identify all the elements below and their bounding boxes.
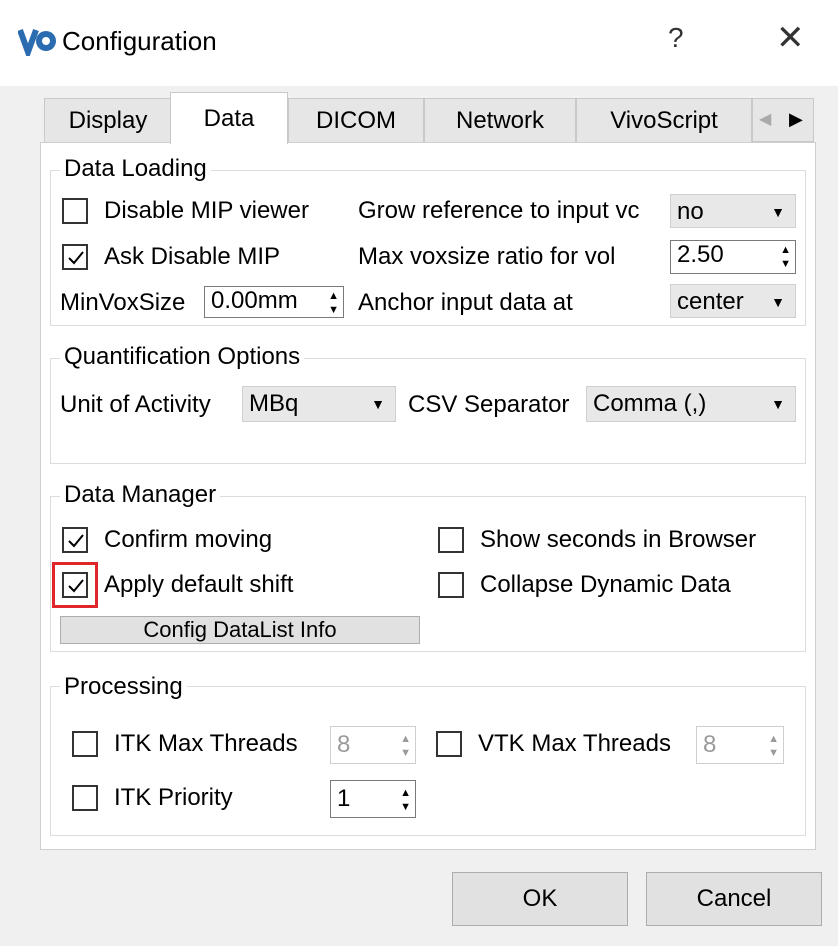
ask-disable-mip-label: Ask Disable MIP — [104, 243, 281, 270]
tab-display[interactable]: Display — [44, 98, 172, 142]
spin-arrows-icon[interactable]: ▲ ▼ — [780, 243, 791, 271]
grow-reference-select[interactable]: no ▼ — [670, 194, 796, 228]
tab-data[interactable]: Data — [170, 92, 288, 144]
confirm-moving-label: Confirm moving — [104, 526, 273, 553]
vtk-max-threads-label: VTK Max Threads — [478, 730, 671, 757]
chevron-down-icon: ▼ — [771, 294, 785, 310]
itk-priority-checkbox[interactable] — [72, 785, 98, 811]
close-button[interactable]: ✕ — [776, 18, 805, 58]
cancel-button[interactable]: Cancel — [646, 872, 822, 926]
disable-mip-label: Disable MIP viewer — [104, 197, 309, 224]
itk-priority-spinbox[interactable]: 1 ▲ ▼ — [330, 780, 416, 818]
itk-priority-label: ITK Priority — [114, 784, 233, 811]
anchor-input-value: center — [677, 288, 744, 315]
tab-vivoscript[interactable]: VivoScript — [576, 98, 752, 142]
apply-default-shift-label: Apply default shift — [104, 571, 294, 598]
spin-arrows-icon[interactable]: ▲ ▼ — [328, 289, 339, 317]
max-voxsize-spinbox[interactable]: 2.50 ▲ ▼ — [670, 240, 796, 274]
itk-max-threads-value: 8 — [337, 731, 351, 758]
tab-dicom[interactable]: DICOM — [288, 98, 424, 142]
min-vox-size-value: 0.00mm — [211, 287, 298, 314]
collapse-dynamic-checkbox[interactable] — [438, 572, 464, 598]
quantification-title: Quantification Options — [60, 343, 305, 371]
ok-button[interactable]: OK — [452, 872, 628, 926]
unit-of-activity-select[interactable]: MBq ▼ — [242, 386, 396, 422]
unit-of-activity-value: MBq — [249, 390, 299, 417]
min-vox-size-label: MinVoxSize — [60, 289, 186, 316]
apply-default-shift-checkbox[interactable] — [62, 572, 88, 598]
show-seconds-label: Show seconds in Browser — [480, 526, 757, 553]
show-seconds-checkbox[interactable] — [438, 527, 464, 553]
itk-priority-value: 1 — [337, 785, 351, 812]
csv-separator-label: CSV Separator — [408, 391, 570, 418]
data-manager-title: Data Manager — [60, 481, 221, 509]
grow-reference-value: no — [677, 198, 704, 225]
chevron-down-icon: ▼ — [771, 204, 785, 220]
window-title: Configuration — [62, 26, 217, 56]
tab-scroll-area: ◀ ▶ — [752, 98, 814, 142]
grow-reference-label: Grow reference to input vc — [358, 197, 640, 224]
data-loading-title: Data Loading — [60, 155, 211, 183]
disable-mip-checkbox[interactable] — [62, 198, 88, 224]
chevron-down-icon: ▼ — [371, 396, 385, 412]
csv-separator-value: Comma (,) — [593, 390, 707, 417]
max-voxsize-label: Max voxsize ratio for vol — [358, 243, 616, 270]
spin-arrows-icon[interactable]: ▲ ▼ — [768, 732, 779, 760]
spin-arrows-icon[interactable]: ▲ ▼ — [400, 786, 411, 814]
min-vox-size-spinbox[interactable]: 0.00mm ▲ ▼ — [204, 286, 344, 318]
chevron-down-icon: ▼ — [771, 396, 785, 412]
tab-scroll-right-icon[interactable]: ▶ — [789, 109, 803, 130]
vtk-max-threads-value: 8 — [703, 731, 717, 758]
vtk-max-threads-spinbox[interactable]: 8 ▲ ▼ — [696, 726, 784, 764]
max-voxsize-value: 2.50 — [677, 241, 724, 268]
ask-disable-mip-checkbox[interactable] — [62, 244, 88, 270]
processing-group — [50, 686, 806, 836]
tab-scroll-left-icon[interactable]: ◀ — [759, 109, 771, 129]
itk-max-threads-spinbox[interactable]: 8 ▲ ▼ — [330, 726, 416, 764]
vtk-max-threads-checkbox[interactable] — [436, 731, 462, 757]
csv-separator-select[interactable]: Comma (,) ▼ — [586, 386, 796, 422]
app-logo-icon — [18, 28, 56, 56]
checkmark-icon — [68, 534, 84, 548]
itk-max-threads-checkbox[interactable] — [72, 731, 98, 757]
anchor-input-label: Anchor input data at — [358, 289, 573, 316]
collapse-dynamic-label: Collapse Dynamic Data — [480, 571, 731, 598]
confirm-moving-checkbox[interactable] — [62, 527, 88, 553]
checkmark-icon — [68, 579, 84, 593]
itk-max-threads-label: ITK Max Threads — [114, 730, 298, 757]
processing-title: Processing — [60, 673, 187, 701]
spin-arrows-icon[interactable]: ▲ ▼ — [400, 732, 411, 760]
help-button[interactable]: ? — [668, 22, 684, 54]
config-datalist-info-button[interactable]: Config DataList Info — [60, 616, 420, 644]
checkmark-icon — [68, 251, 84, 265]
unit-of-activity-label: Unit of Activity — [60, 391, 211, 418]
anchor-input-select[interactable]: center ▼ — [670, 284, 796, 318]
tab-network[interactable]: Network — [424, 98, 576, 142]
